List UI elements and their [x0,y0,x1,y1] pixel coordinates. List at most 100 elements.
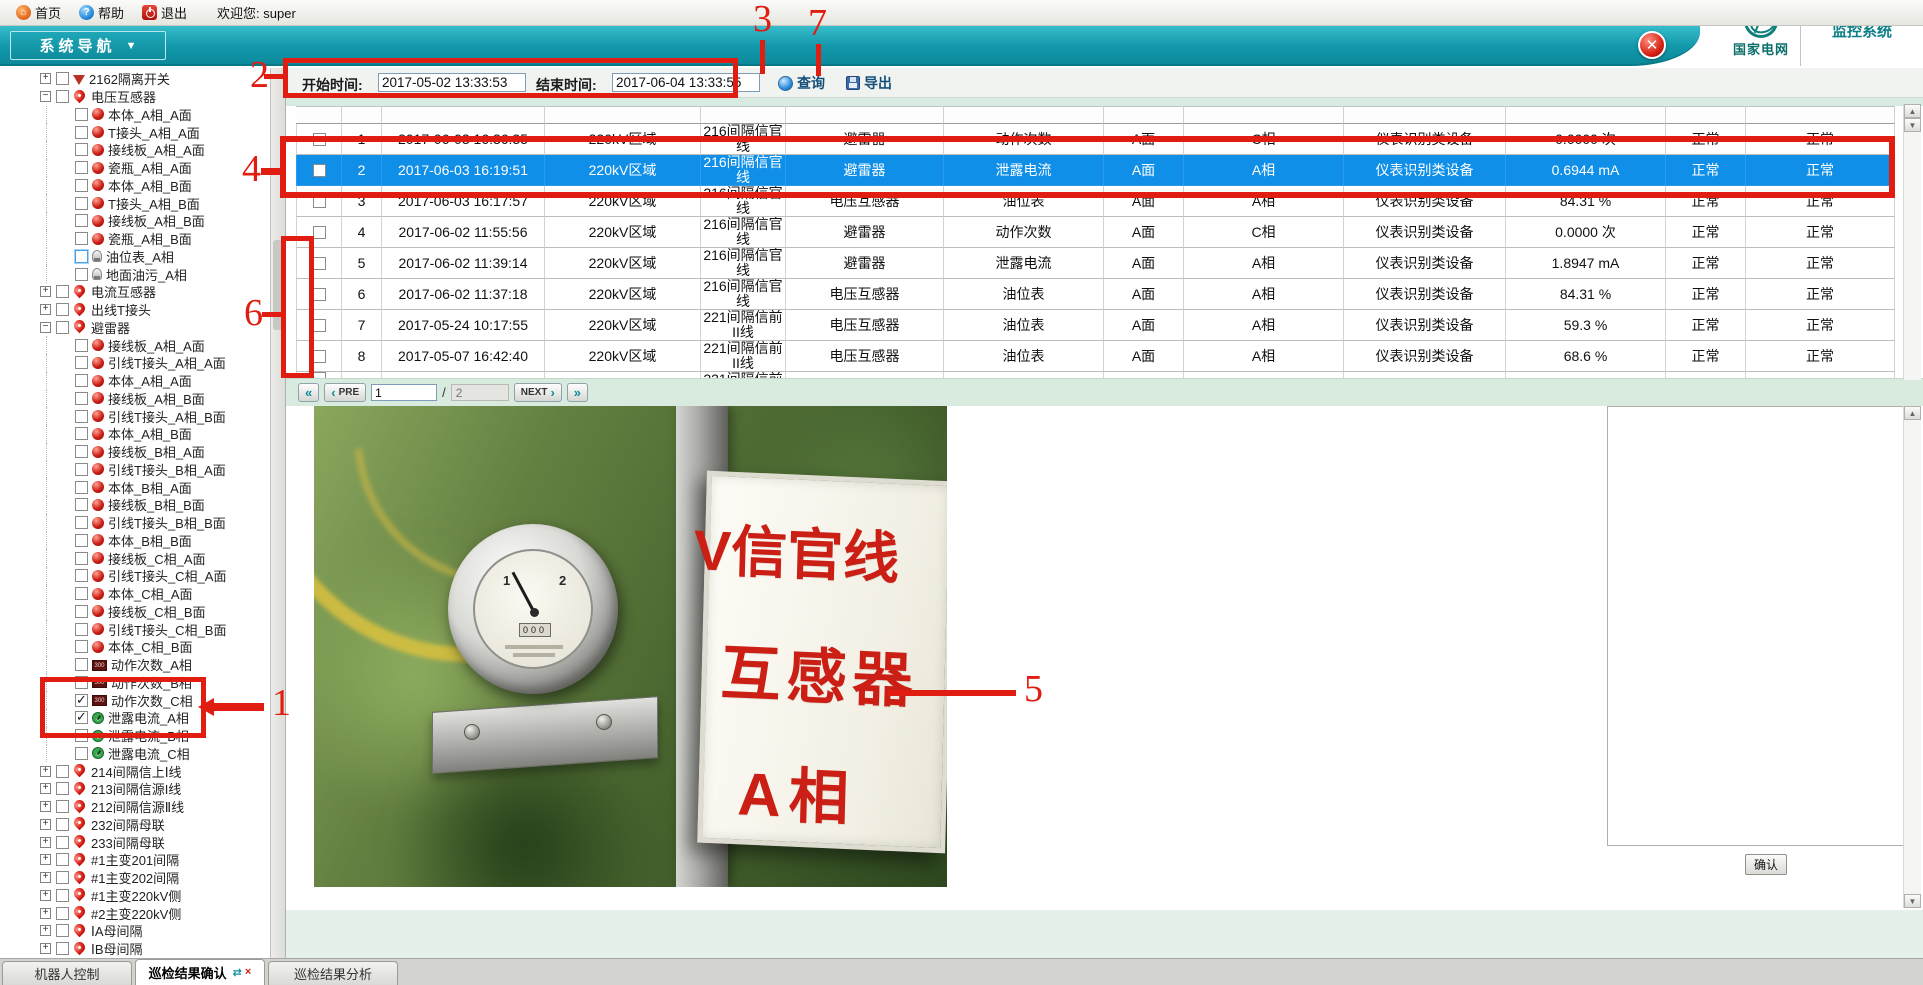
tree-item[interactable]: + ⅠA母间隔 [0,922,270,940]
tree-checkbox[interactable] [56,90,69,103]
tree-item[interactable]: 接线板_A相_B面 [0,390,270,408]
tree-item[interactable]: 引线T接头_C相_B面 [0,620,270,638]
tree-expander[interactable]: + [40,908,51,919]
tree-item[interactable]: 泄露电流_A相 [0,709,270,727]
tree-checkbox[interactable] [56,818,69,831]
row-checkbox[interactable] [313,350,326,363]
tree-item[interactable]: 动作次数_B相 [0,674,270,692]
tree-expander[interactable]: + [40,73,51,84]
scroll-down-icon[interactable]: ▼ [1904,894,1921,908]
query-button[interactable]: 查询 [778,73,825,93]
row-checkbox[interactable] [313,164,326,177]
tree-item[interactable]: 瓷瓶_A相_A面 [0,159,270,177]
tree-checkbox[interactable] [75,623,88,636]
tree-item[interactable]: + 232间隔母联 [0,816,270,834]
tree-item[interactable]: 本体_C相_A面 [0,585,270,603]
tree-expander[interactable]: + [40,943,51,954]
last-page-button[interactable]: » [567,383,588,402]
page-number-input[interactable] [371,384,437,401]
bottom-tab[interactable]: 巡检结果确认 ⇄ × [135,959,265,985]
tree-item[interactable]: 接线板_B相_A面 [0,443,270,461]
tree-checkbox[interactable] [75,108,88,121]
tree-item[interactable]: + #2主变220kV侧 [0,904,270,922]
tree-item[interactable]: 本体_A相_B面 [0,425,270,443]
tree-item[interactable]: 本体_A相_A面 [0,372,270,390]
tree-item[interactable]: − 避雷器 [0,319,270,337]
tree-item[interactable]: 接线板_C相_A面 [0,549,270,567]
tree-checkbox[interactable] [56,285,69,298]
tree-checkbox[interactable] [56,765,69,778]
tree-item[interactable]: 本体_B相_A面 [0,478,270,496]
tree-item[interactable]: T接头_A相_A面 [0,123,270,141]
table-row[interactable]: 6 2017-06-02 11:37:18 220kV区域 216间隔信官线 电… [296,279,1895,310]
tree-item[interactable]: 接线板_B相_B面 [0,496,270,514]
tree-checkbox[interactable] [56,321,69,334]
tree-item[interactable]: 本体_A相_B面 [0,177,270,195]
tree-checkbox[interactable] [56,889,69,902]
table-row[interactable]: 2 2017-06-03 16:19:51 220kV区域 216间隔信官线 避… [296,155,1895,186]
first-page-button[interactable]: « [298,383,319,402]
row-checkbox[interactable] [313,319,326,332]
tree-item[interactable]: 接线板_A相_A面 [0,141,270,159]
row-checkbox[interactable] [313,288,326,301]
tree-checkbox[interactable] [75,640,88,653]
scroll-up-icon[interactable]: ▲ [1904,104,1921,118]
tree-expander[interactable]: + [40,890,51,901]
tree-checkbox[interactable] [75,569,88,582]
tree-expander[interactable]: + [40,304,51,315]
next-page-button[interactable]: NEXT› [514,383,562,402]
table-row[interactable]: 7 2017-05-24 10:17:55 220kV区域 221间隔信前II线… [296,310,1895,341]
tree-item[interactable]: 接线板_A相_B面 [0,212,270,230]
tree-item[interactable]: 本体_B相_B面 [0,532,270,550]
tree-item[interactable]: T接头_A相_B面 [0,194,270,212]
tree-item[interactable]: 油位表_A相 [0,248,270,266]
tree-item[interactable]: + #1主变220kV侧 [0,887,270,905]
tree-checkbox[interactable] [56,836,69,849]
row-checkbox[interactable] [313,195,326,208]
tree-item[interactable]: + 电流互感器 [0,283,270,301]
tree-expander[interactable]: + [40,837,51,848]
tree-checkbox[interactable] [75,587,88,600]
tree-item[interactable]: + 233间隔母联 [0,833,270,851]
tree-item[interactable]: + #1主变202间隔 [0,869,270,887]
tree-item[interactable]: 引线T接头_A相_A面 [0,354,270,372]
row-checkbox[interactable] [313,257,326,270]
tree-item[interactable]: 本体_C相_B面 [0,638,270,656]
table-row[interactable]: 5 2017-06-02 11:39:14 220kV区域 216间隔信官线 避… [296,248,1895,279]
tree-checkbox[interactable] [75,552,88,565]
start-time-input[interactable] [378,73,526,92]
tree-item[interactable]: 地面油污_A相 [0,265,270,283]
tree-expander[interactable]: + [40,286,51,297]
tree-checkbox[interactable] [56,924,69,937]
tree-item[interactable]: 引线T接头_A相_B面 [0,407,270,425]
tree-checkbox[interactable] [75,214,88,227]
system-nav-button[interactable]: 系统导航 ▼ [10,31,166,60]
tree-expander[interactable]: − [40,322,51,333]
tree-checkbox[interactable] [75,534,88,547]
tree-item[interactable]: 引线T接头_B相_B面 [0,514,270,532]
tab-close-icon[interactable]: × [245,966,251,979]
tree-checkbox[interactable] [75,392,88,405]
tree-checkbox[interactable] [75,197,88,210]
tree-checkbox[interactable] [56,942,69,955]
tree-checkbox[interactable] [75,143,88,156]
tree-item[interactable]: + 212间隔信源Ⅱ线 [0,798,270,816]
bottom-tab[interactable]: 机器人控制 ⇄ × [2,961,132,985]
tree-checkbox[interactable] [75,427,88,440]
tree-checkbox[interactable] [75,179,88,192]
tree-checkbox[interactable] [56,907,69,920]
tree-expander[interactable]: + [40,872,51,883]
tree-checkbox[interactable] [75,605,88,618]
tree-expander[interactable]: + [40,783,51,794]
tree-checkbox[interactable] [56,782,69,795]
tree-checkbox[interactable] [75,410,88,423]
tree-item[interactable]: 引线T接头_C相_A面 [0,567,270,585]
confirm-button[interactable]: 确认 [1745,854,1787,875]
table-scrollbar[interactable]: ▲ ▼ [1903,104,1921,380]
tree-checkbox[interactable] [75,711,88,724]
tree-item[interactable]: 接线板_C相_B面 [0,603,270,621]
tree-expander[interactable]: + [40,925,51,936]
tree-checkbox[interactable] [56,800,69,813]
tree-checkbox[interactable] [75,498,88,511]
tree-checkbox[interactable] [75,250,88,263]
